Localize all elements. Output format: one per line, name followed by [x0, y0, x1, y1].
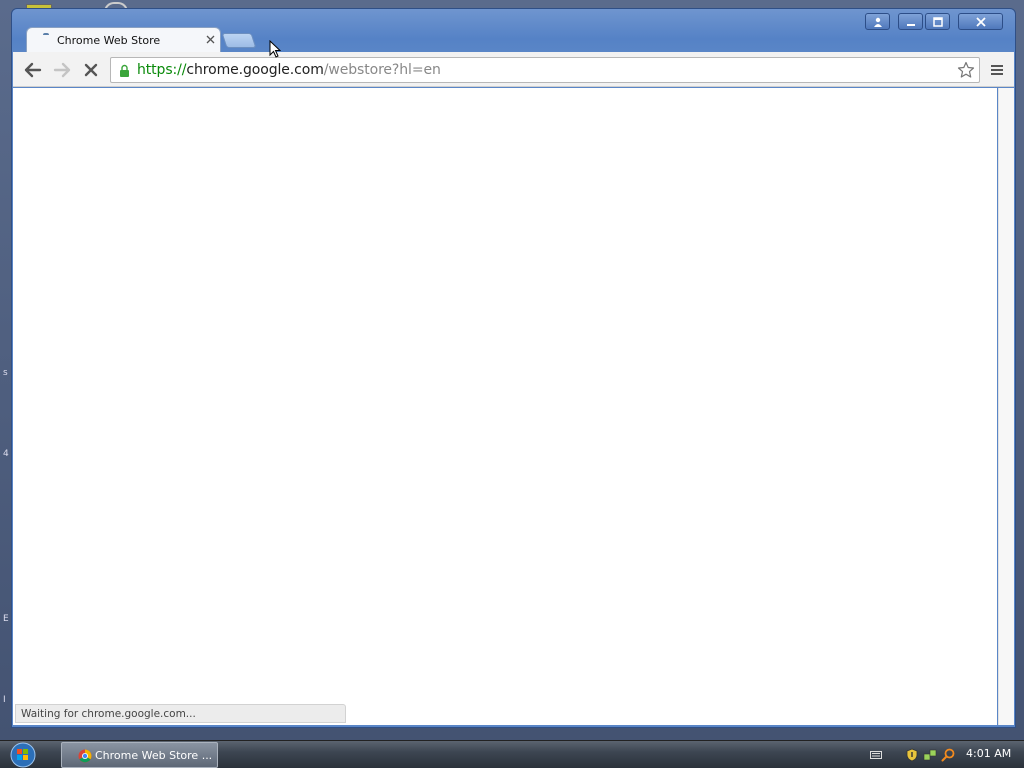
page-content[interactable]: [13, 88, 997, 725]
vertical-scrollbar[interactable]: [998, 88, 1014, 725]
minimize-icon: [906, 23, 915, 26]
browser-window: Chrome Web Store https://chrome.google.c…: [11, 8, 1016, 728]
maximize-icon: [932, 16, 943, 27]
new-tab-button[interactable]: [221, 33, 257, 48]
forward-icon: [53, 62, 71, 78]
url-scheme: https: [137, 62, 173, 78]
tab-chrome-web-store[interactable]: Chrome Web Store: [26, 27, 221, 52]
menu-icon: [991, 65, 1003, 75]
desktop-edge-mark: 4: [3, 449, 9, 459]
url-separator: ://: [172, 62, 187, 78]
chrome-menu-button[interactable]: [986, 59, 1008, 81]
taskbar-item-label: Chrome Web Store ...: [95, 749, 213, 762]
window-controls: [865, 13, 1003, 30]
chrome-icon: [78, 749, 92, 763]
minimize-button[interactable]: [898, 13, 923, 30]
security-tray-button[interactable]: [903, 746, 921, 764]
desktop-edge-mark: s: [3, 368, 8, 378]
back-button[interactable]: [22, 59, 44, 81]
url-host: chrome.google.com: [186, 62, 324, 78]
back-icon: [24, 62, 42, 78]
status-bubble: Waiting for chrome.google.com...: [15, 704, 346, 723]
profile-icon: [873, 17, 882, 27]
loading-favicon-icon: [43, 33, 49, 37]
taskbar: Chrome Web Store ... 4:01 AM: [0, 740, 1024, 768]
lock-icon: [120, 64, 129, 77]
start-button[interactable]: [8, 741, 38, 768]
network-tray-button[interactable]: [921, 746, 939, 764]
close-icon: [975, 16, 986, 27]
address-bar[interactable]: https://chrome.google.com/webstore?hl=en: [110, 57, 980, 83]
cursor-icon: [269, 40, 281, 58]
taskbar-item-chrome[interactable]: Chrome Web Store ...: [61, 742, 218, 768]
star-icon[interactable]: [957, 61, 975, 79]
system-tray: [867, 741, 957, 768]
window-close-button[interactable]: [958, 13, 1003, 30]
forward-button[interactable]: [51, 59, 73, 81]
search-icon: [941, 748, 955, 762]
url-path: /webstore?hl=en: [323, 62, 441, 78]
maximize-button[interactable]: [925, 13, 950, 30]
desktop-edge-mark: I: [3, 695, 6, 705]
url-text: https://chrome.google.com/webstore?hl=en: [137, 62, 441, 78]
network-icon: [923, 749, 937, 761]
desktop-edge-mark: E: [3, 614, 9, 624]
close-icon: [206, 35, 214, 43]
stop-icon: [84, 63, 98, 77]
browser-toolbar: https://chrome.google.com/webstore?hl=en: [13, 52, 1014, 87]
shield-icon: [906, 748, 918, 762]
search-tray-button[interactable]: [939, 746, 957, 764]
stop-button[interactable]: [80, 59, 102, 81]
tab-close-button[interactable]: [202, 31, 218, 47]
keyboard-icon: [870, 751, 882, 759]
start-orb-icon: [10, 742, 36, 768]
tab-title: Chrome Web Store: [57, 34, 161, 47]
keyboard-tray-button[interactable]: [867, 746, 885, 764]
taskbar-clock[interactable]: 4:01 AM: [966, 747, 1011, 760]
profile-button[interactable]: [865, 13, 890, 30]
